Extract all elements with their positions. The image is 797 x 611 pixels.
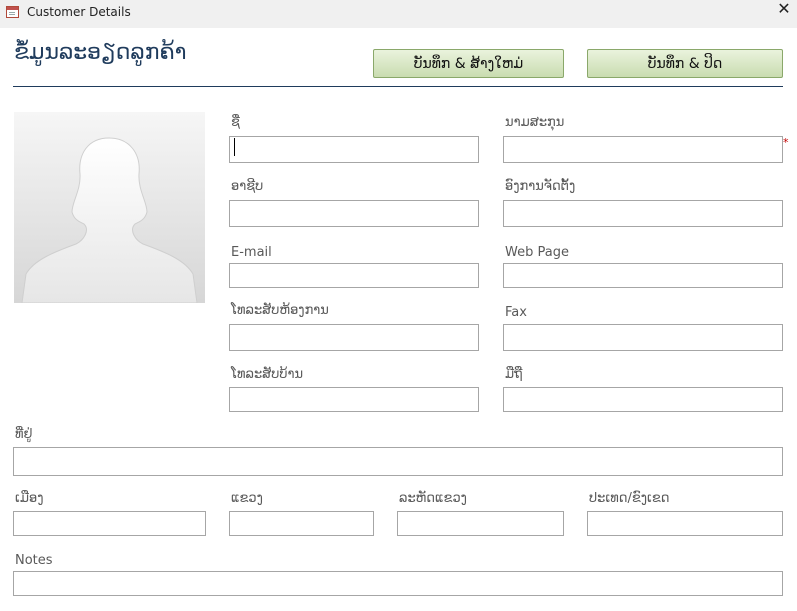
job-title-label: ອາຊີບ [231,179,264,194]
company-field[interactable] [503,200,783,227]
form-title: ຂໍ້ມູນລະອຽດລູກຄ້າ [14,40,187,65]
last-name-field[interactable] [503,136,783,163]
home-phone-field[interactable] [229,387,479,412]
web-page-label: Web Page [505,245,569,260]
text-cursor [234,138,235,156]
country-field[interactable] [587,511,783,536]
address-field[interactable] [13,447,783,476]
state-field[interactable] [229,511,374,536]
city-field[interactable] [13,511,206,536]
close-icon[interactable]: ✕ [773,0,795,18]
title-bar: Customer Details ✕ [0,0,797,28]
first-name-label: ຊື່ [231,115,240,130]
save-and-close-button[interactable]: ບັນທຶກ & ປິດ [587,49,783,78]
job-title-field[interactable] [229,200,479,227]
notes-field[interactable] [13,571,783,596]
city-label: ເມືອງ [15,491,44,506]
address-label: ທີ່ຢູ່ [15,427,33,442]
form-icon [6,6,19,18]
header-divider [13,86,783,87]
mobile-label: ມືຖື [505,367,523,382]
state-label: ແຂວງ [231,491,263,506]
save-and-new-button[interactable]: ບັນທຶກ & ສ້າງໃຫມ່ [373,49,564,78]
fax-field[interactable] [503,324,783,351]
country-label: ປະເທດ/ຂົງເຂດ [589,491,670,506]
zip-field[interactable] [397,511,564,536]
home-phone-label: ໂທລະສັບບ້ານ [231,367,304,382]
email-field[interactable] [229,263,479,288]
business-phone-field[interactable] [229,324,479,351]
business-phone-label: ໂທລະສັບຫ້ອງການ [231,303,329,318]
web-page-field[interactable] [503,263,783,288]
window-title: Customer Details [27,5,131,19]
email-label: E-mail [231,245,272,260]
zip-label: ລະຫັດແຂວງ [399,491,467,506]
first-name-field[interactable] [229,136,479,163]
fax-label: Fax [505,305,527,320]
person-silhouette-icon [21,137,198,303]
mobile-field[interactable] [503,387,783,412]
last-name-label: ນາມສະກຸນ [505,115,565,130]
customer-photo[interactable] [14,112,205,303]
notes-label: Notes [15,553,53,568]
company-label: ອົງການຈັດຕັ້ງ [505,179,576,194]
required-marker: * [783,136,789,149]
